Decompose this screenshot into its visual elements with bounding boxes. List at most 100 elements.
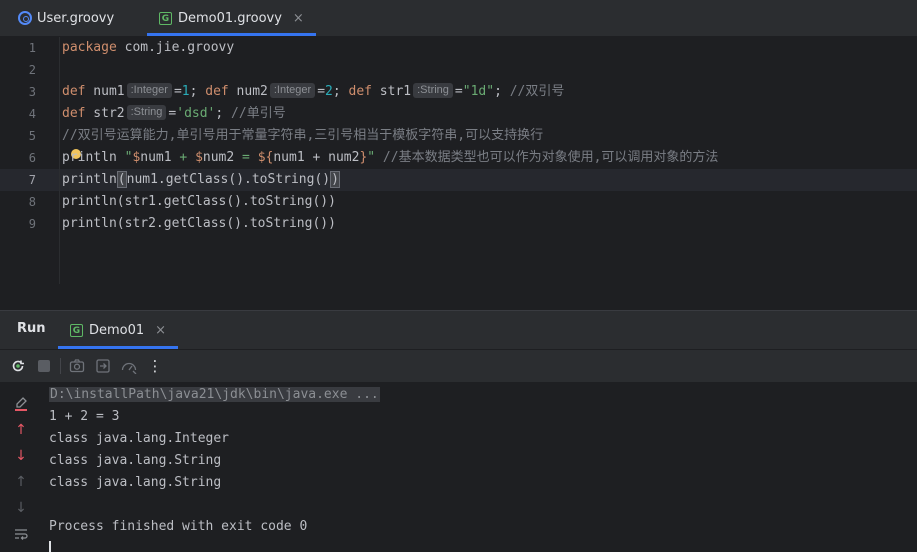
run-tab-demo01[interactable]: G Demo01 × bbox=[58, 311, 179, 349]
code-text: = bbox=[317, 84, 326, 99]
tab-label: Demo01.groovy bbox=[178, 10, 282, 26]
code-comment: //单引号 bbox=[231, 106, 286, 121]
run-toolbar: ⋮ bbox=[0, 350, 917, 382]
code-text: = bbox=[173, 84, 182, 99]
groovy-class-icon bbox=[18, 11, 32, 25]
editor-tab-bar: User.groovy G Demo01.groovy × bbox=[0, 0, 917, 37]
console-command-line[interactable]: D:\installPath\java21\jdk\bin\java.exe .… bbox=[49, 387, 380, 402]
console-line: Process finished with exit code 0 bbox=[49, 519, 308, 534]
code-text: com.jie.groovy bbox=[116, 40, 235, 55]
run-tab-label: Demo01 bbox=[89, 322, 145, 338]
line-number: 7 bbox=[28, 173, 36, 187]
code-comment: //基本数据类型也可以作为对象使用,可以调用对象的方法 bbox=[375, 150, 719, 165]
code-line-6[interactable]: println "$num1 + $num2 = ${num1 + num2}"… bbox=[62, 147, 718, 169]
string-literal: = bbox=[234, 150, 258, 165]
code-comment: //双引号运算能力,单引号用于常量字符串,三引号相当于模板字符串,可以支持换行 bbox=[62, 128, 544, 143]
type-hint: :Integer bbox=[126, 83, 172, 98]
line-number: 8 bbox=[28, 195, 36, 209]
code-text: println bbox=[62, 150, 125, 165]
type-hint: :String bbox=[413, 83, 453, 98]
console-line: D:\installPath\java21\jdk\bin\java.exe .… bbox=[49, 384, 380, 406]
keyword: def bbox=[205, 84, 229, 99]
panel-splitter[interactable] bbox=[0, 284, 917, 311]
code-text: num2 bbox=[228, 84, 268, 99]
scroll-down-icon[interactable]: ↓ bbox=[11, 499, 31, 517]
profile-icon[interactable] bbox=[120, 357, 138, 375]
keyword: package bbox=[62, 40, 117, 55]
code-comment: //双引号 bbox=[509, 84, 565, 99]
string-literal: "1d" bbox=[462, 84, 495, 99]
arrow-down-icon[interactable]: ↓ bbox=[11, 447, 31, 465]
line-number-gutter: 1 2 3 4 5 6 7 8 9 bbox=[0, 37, 58, 284]
close-icon[interactable]: × bbox=[155, 323, 166, 338]
console-side-toolbar: ↑ ↓ ↑ ↓ bbox=[0, 383, 40, 552]
close-icon[interactable]: × bbox=[293, 11, 304, 26]
string-literal: + bbox=[171, 150, 196, 165]
code-line-1[interactable]: package com.jie.groovy bbox=[62, 37, 234, 59]
code-editor[interactable]: 1 2 3 4 5 6 7 8 9 package com.jie.groovy… bbox=[0, 37, 917, 284]
line-number: 2 bbox=[28, 63, 36, 77]
console-caret bbox=[49, 541, 51, 552]
code-text: = bbox=[454, 84, 463, 99]
string-literal: " bbox=[367, 150, 376, 165]
toolbar-divider bbox=[60, 358, 61, 374]
clear-console-icon[interactable] bbox=[11, 395, 31, 413]
interpolation-marker: $ bbox=[195, 150, 203, 165]
run-console[interactable]: ↑ ↓ ↑ ↓ D:\installPath\java21\jdk\bin\ja… bbox=[0, 383, 917, 552]
code-line-5[interactable]: //双引号运算能力,单引号用于常量字符串,三引号相当于模板字符串,可以支持换行 bbox=[62, 125, 543, 147]
soft-wrap-icon[interactable] bbox=[11, 525, 31, 543]
code-text: str2 bbox=[85, 106, 125, 121]
console-line: class java.lang.String bbox=[49, 453, 222, 468]
run-title: Run bbox=[17, 321, 46, 336]
groovy-file-icon: G bbox=[70, 323, 83, 337]
keyword: def bbox=[62, 84, 86, 99]
code-text: num1 bbox=[140, 150, 172, 165]
code-line-4[interactable]: def str2:String ='dsd'; //单引号 bbox=[62, 103, 286, 125]
scroll-up-icon[interactable]: ↑ bbox=[11, 473, 31, 491]
code-line-3[interactable]: def num1:Integer =1; def num2:Integer =2; … bbox=[62, 81, 564, 103]
code-line-9[interactable]: println(str2.getClass().toString()) bbox=[62, 213, 336, 235]
code-text: ; bbox=[189, 84, 206, 99]
screenshot-icon[interactable] bbox=[68, 357, 86, 375]
line-number: 3 bbox=[28, 85, 36, 99]
matched-paren: ( bbox=[116, 171, 127, 188]
code-text: ; bbox=[215, 106, 232, 121]
tab-demo01-groovy[interactable]: G Demo01.groovy × bbox=[147, 0, 316, 36]
export-icon[interactable] bbox=[94, 357, 112, 375]
type-hint: :Integer bbox=[269, 83, 316, 98]
code-text: ; bbox=[332, 84, 349, 99]
code-text: println(str2.getClass().toString()) bbox=[62, 216, 336, 231]
line-number: 4 bbox=[28, 107, 36, 121]
code-text: str1 bbox=[371, 84, 412, 99]
code-line-8[interactable]: println(str1.getClass().toString()) bbox=[62, 191, 336, 213]
code-line-7[interactable]: println(num1.getClass().toString()) bbox=[62, 169, 340, 191]
line-number: 9 bbox=[28, 217, 36, 231]
code-text: println bbox=[62, 172, 117, 187]
code-text: println(str1.getClass().toString()) bbox=[62, 194, 336, 209]
code-text: num2 bbox=[202, 150, 235, 165]
rerun-icon[interactable] bbox=[9, 357, 27, 375]
number-literal: 1 bbox=[181, 84, 190, 99]
console-line: class java.lang.String bbox=[49, 475, 222, 490]
gutter-divider bbox=[59, 37, 60, 284]
code-text: num1 + num2 bbox=[273, 150, 360, 165]
line-number: 1 bbox=[28, 41, 36, 55]
keyword: def bbox=[348, 84, 372, 99]
tab-label: User.groovy bbox=[37, 10, 115, 26]
string-literal: 'dsd' bbox=[176, 106, 216, 121]
code-text: ; bbox=[494, 84, 510, 99]
interpolation-marker: ${ bbox=[257, 150, 274, 165]
stop-icon[interactable] bbox=[35, 357, 53, 375]
code-text: num1.getClass().toString() bbox=[126, 172, 331, 187]
type-hint: :String bbox=[126, 105, 167, 120]
groovy-file-icon: G bbox=[159, 11, 172, 25]
more-icon[interactable]: ⋮ bbox=[146, 357, 164, 375]
arrow-up-icon[interactable]: ↑ bbox=[11, 421, 31, 439]
tab-user-groovy[interactable]: User.groovy bbox=[18, 0, 114, 36]
code-text: num1 bbox=[85, 84, 125, 99]
keyword: def bbox=[62, 106, 86, 121]
matched-paren: ) bbox=[330, 171, 340, 188]
line-number: 5 bbox=[28, 129, 36, 143]
run-tool-window-header: Run G Demo01 × bbox=[0, 311, 917, 349]
console-line: class java.lang.Integer bbox=[49, 431, 230, 446]
